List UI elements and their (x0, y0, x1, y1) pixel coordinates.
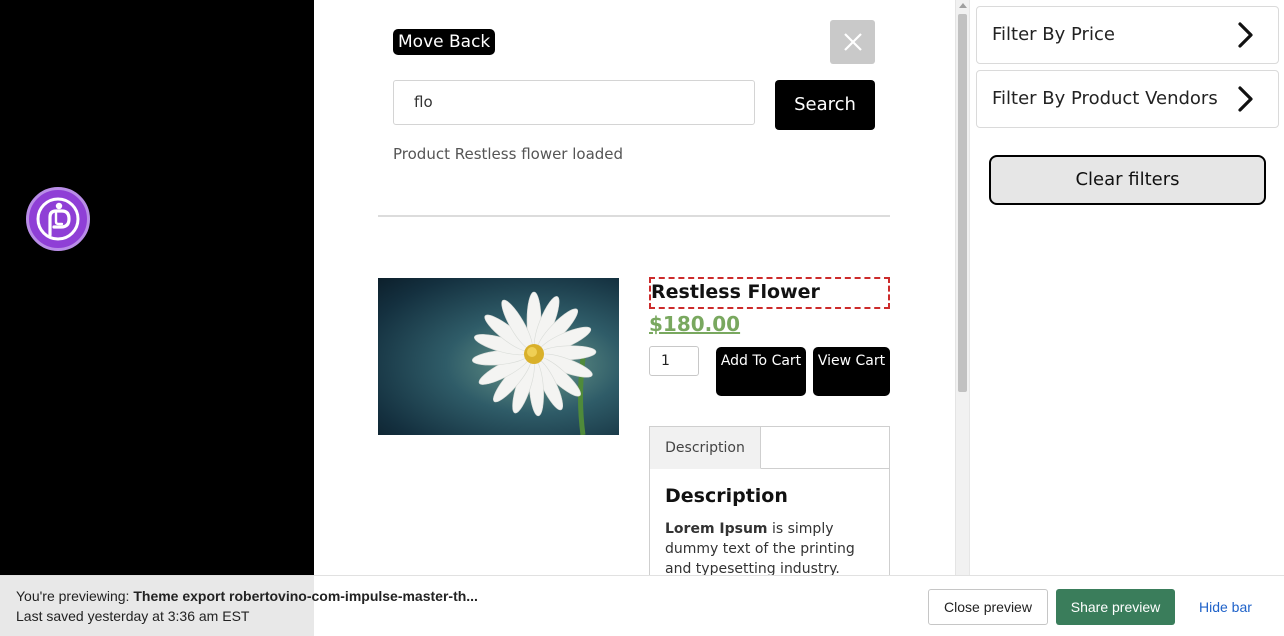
add-to-cart-button[interactable]: Add To Cart (716, 347, 806, 396)
filter-by-price[interactable]: Filter By Price (976, 6, 1279, 64)
description-bold: Lorem Ipsum (665, 521, 768, 537)
close-button[interactable] (830, 20, 875, 64)
preview-info-backdrop (0, 576, 314, 636)
status-message: Product Restless flower loaded (393, 145, 624, 163)
product-image[interactable] (378, 278, 619, 435)
tab-description[interactable]: Description (650, 427, 761, 469)
scroll-up-arrow-icon[interactable] (959, 3, 967, 8)
preview-bar: You're previewing: Theme export robertov… (0, 575, 1284, 636)
search-button[interactable]: Search (775, 80, 875, 130)
view-cart-button[interactable]: View Cart (813, 347, 890, 396)
close-icon (843, 33, 862, 51)
product-search-panel: Move Back flo Search Product Restless fl… (314, 0, 955, 636)
filter-label: Filter By Product Vendors (992, 88, 1218, 109)
filter-by-product-vendors[interactable]: Filter By Product Vendors (976, 70, 1279, 128)
close-preview-button[interactable]: Close preview (928, 589, 1048, 625)
quantity-input[interactable]: 1 (649, 346, 699, 376)
clear-filters-button[interactable]: Clear filters (989, 155, 1266, 205)
move-back-button[interactable]: Move Back (393, 29, 496, 55)
panel-scrollbar[interactable] (955, 0, 969, 636)
filter-label: Filter By Price (992, 24, 1115, 45)
chevron-right-icon (1238, 86, 1253, 112)
preview-theme-line: You're previewing: Theme export robertov… (16, 588, 478, 604)
filters-sidebar: Filter By Price Filter By Product Vendor… (969, 0, 1284, 636)
product-title[interactable]: Restless Flower (649, 277, 890, 309)
description-heading: Description (665, 485, 788, 507)
previewing-prefix: You're previewing: (16, 588, 134, 604)
search-input[interactable]: flo (393, 80, 755, 125)
chevron-right-icon (1238, 22, 1253, 48)
hide-bar-link[interactable]: Hide bar (1199, 589, 1252, 625)
product-price: $180.00 (649, 312, 741, 336)
last-saved-text: Last saved yesterday at 3:36 am EST (16, 608, 250, 624)
brand-logo-icon[interactable] (26, 187, 90, 251)
divider (378, 215, 890, 217)
scroll-thumb[interactable] (958, 14, 967, 392)
share-preview-button[interactable]: Share preview (1056, 589, 1175, 625)
left-backdrop (0, 0, 314, 636)
theme-name: Theme export robertovino-com-impulse-mas… (133, 588, 478, 604)
screen: Move Back flo Search Product Restless fl… (0, 0, 1284, 636)
tab-divider (761, 468, 890, 469)
